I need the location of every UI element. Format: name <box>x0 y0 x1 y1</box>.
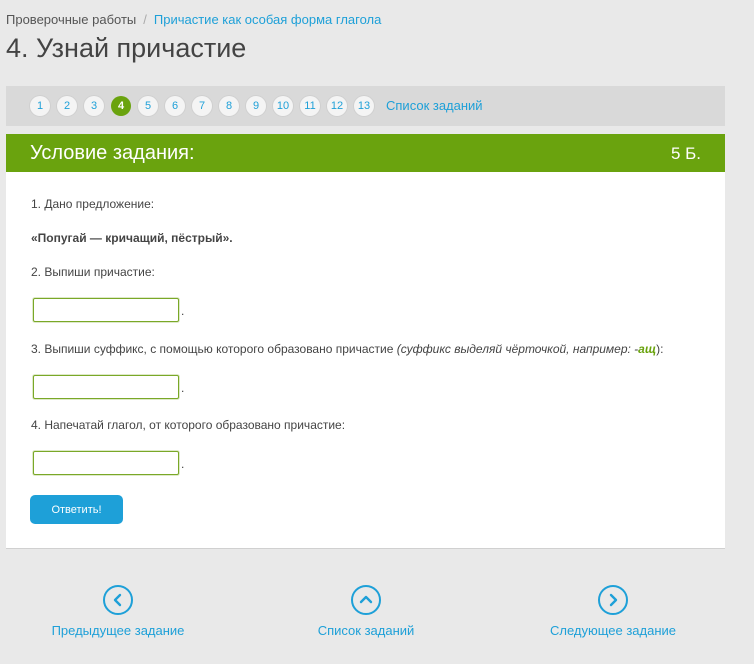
step-10[interactable]: 10 <box>273 96 293 116</box>
question-3-hint: (суффикс выделяй чёрточкой, например: -а… <box>396 342 657 356</box>
next-task-link[interactable]: Следующее задание <box>523 623 703 638</box>
sentence: «Попугай — кричащий, пёстрый». <box>31 231 233 245</box>
verb-input[interactable] <box>33 451 179 475</box>
breadcrumb-separator: / <box>143 12 147 27</box>
task-list-link[interactable]: Список заданий <box>386 98 483 113</box>
participle-input[interactable] <box>33 298 179 322</box>
question-3-text: 3. Выпиши суффикс, с помощью которого об… <box>31 342 397 356</box>
question-4: 4. Напечатай глагол, от которого образов… <box>31 418 346 432</box>
answer-dot: . <box>181 380 185 395</box>
prev-task-nav[interactable]: Предыдущее задание <box>28 585 208 638</box>
task-points: 5 Б. <box>670 144 701 163</box>
page-title: 4. Узнай причастие <box>6 33 247 63</box>
step-11[interactable]: 11 <box>300 96 320 116</box>
step-13[interactable]: 13 <box>354 96 374 116</box>
breadcrumb-root[interactable]: Проверочные работы <box>6 12 136 27</box>
chevron-left-circle-icon[interactable] <box>103 585 133 615</box>
step-5[interactable]: 5 <box>138 96 158 116</box>
suffix-input[interactable] <box>33 375 179 399</box>
task-card: Условие задания: 5 Б. 1. Дано предложени… <box>6 134 725 549</box>
answer-dot: . <box>181 303 185 318</box>
step-3[interactable]: 3 <box>84 96 104 116</box>
chevron-up-circle-icon[interactable] <box>351 585 381 615</box>
question-1: 1. Дано предложение: <box>31 197 155 211</box>
question-3: 3. Выпиши суффикс, с помощью которого об… <box>31 342 664 356</box>
task-pager: 1 2 3 4 5 6 7 8 9 10 11 12 13 Список зад… <box>6 86 725 126</box>
task-card-title: Условие задания: <box>30 142 195 164</box>
breadcrumb: Проверочные работы / Причастие как особая … <box>6 12 381 27</box>
step-6[interactable]: 6 <box>165 96 185 116</box>
answer-row-verb: . <box>33 451 184 475</box>
prev-task-link[interactable]: Предыдущее задание <box>28 623 208 638</box>
answer-row-suffix: . <box>33 375 184 399</box>
step-7[interactable]: 7 <box>192 96 212 116</box>
step-12[interactable]: 12 <box>327 96 347 116</box>
step-8[interactable]: 8 <box>219 96 239 116</box>
step-9[interactable]: 9 <box>246 96 266 116</box>
step-2[interactable]: 2 <box>57 96 77 116</box>
breadcrumb-current[interactable]: Причастие как особая форма глагола <box>154 12 381 27</box>
sentence-text: «Попугай — кричащий, пёстрый». <box>31 231 233 245</box>
chevron-right-circle-icon[interactable] <box>598 585 628 615</box>
example-suffix: ащ <box>638 342 657 356</box>
next-task-nav[interactable]: Следующее задание <box>523 585 703 638</box>
submit-button[interactable]: Ответить! <box>30 495 123 524</box>
answer-dot: . <box>181 456 185 471</box>
answer-row-participle: . <box>33 298 184 322</box>
task-list-bottom-link[interactable]: Список заданий <box>276 623 456 638</box>
task-card-header: Условие задания: 5 Б. <box>6 134 725 172</box>
step-1[interactable]: 1 <box>30 96 50 116</box>
task-list-nav[interactable]: Список заданий <box>276 585 456 638</box>
question-2: 2. Выпиши причастие: <box>31 265 155 279</box>
step-4-active[interactable]: 4 <box>111 96 131 116</box>
